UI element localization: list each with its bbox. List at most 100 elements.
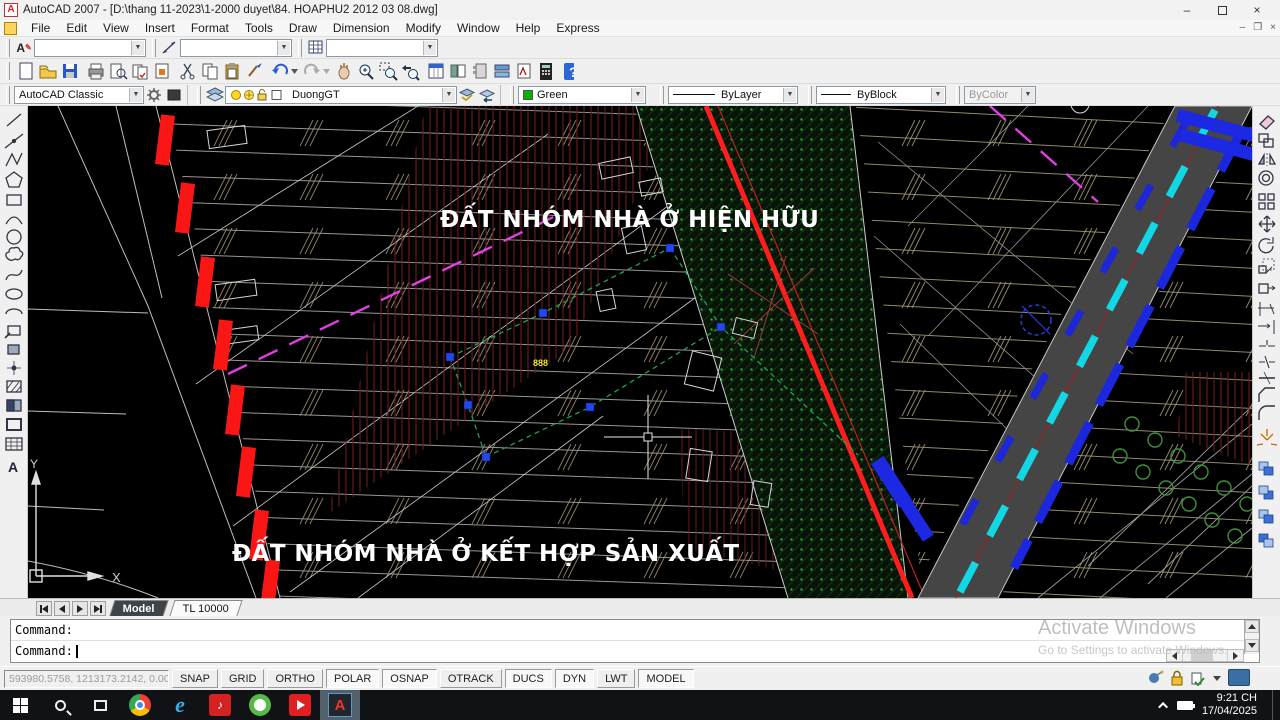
markup-icon[interactable] [518,64,530,78]
tray-settings-arrow-icon[interactable] [1212,673,1222,683]
line-icon[interactable] [7,114,21,126]
communication-center-icon[interactable] [1146,670,1164,686]
toggle-osnap[interactable]: OSNAP [382,669,437,688]
toolbar-lock-icon[interactable] [1170,670,1184,686]
sheetset-manager-icon[interactable] [495,65,509,77]
associated-standards-icon[interactable] [1190,670,1206,686]
menu-edit[interactable]: Edit [58,21,95,35]
table-style-combo[interactable]: ▼ [326,39,438,57]
toolbar-grip[interactable] [6,62,10,80]
construction-line-icon[interactable] [5,134,23,148]
scroll-down-icon[interactable] [1245,639,1259,652]
point-icon[interactable] [7,361,21,375]
draworder-back-icon[interactable] [1259,486,1273,499]
make-block-icon[interactable] [8,345,19,354]
tab-prev-button[interactable] [54,601,70,616]
publish-icon[interactable] [133,65,147,79]
layer-manager-icon[interactable] [205,85,225,105]
toggle-grid[interactable]: GRID [221,669,265,688]
toggle-polar[interactable]: POLAR [326,669,379,688]
tab-first-button[interactable] [36,601,52,616]
menu-help[interactable]: Help [508,21,549,35]
tool-palettes-icon[interactable] [473,64,486,78]
close-button[interactable]: × [1240,0,1274,20]
scroll-left-icon[interactable] [1167,650,1183,661]
new-icon[interactable] [20,63,32,79]
draworder-above-icon[interactable] [1259,510,1273,523]
trim-icon[interactable] [1258,302,1274,316]
tab-last-button[interactable] [90,601,106,616]
tray-chevron-icon[interactable] [1158,701,1168,711]
toolbar-grip[interactable] [660,86,664,104]
arc-icon[interactable] [6,217,22,224]
designcenter-icon[interactable] [451,65,465,77]
move-icon[interactable] [1259,216,1275,232]
draworder-front-icon[interactable] [1259,462,1273,475]
toolbar-grip[interactable] [197,86,201,104]
zoom-realtime-icon[interactable] [360,65,373,79]
toolbar-grip[interactable] [152,39,156,57]
taskbar-video-app[interactable] [280,690,320,720]
workspace-settings-icon[interactable] [144,85,164,105]
taskbar-internet-explorer[interactable]: e [160,690,200,720]
hatch-icon[interactable] [7,381,21,392]
rotate-icon[interactable] [1259,237,1273,253]
publish-3ddwf-icon[interactable] [156,64,168,78]
task-view-button[interactable] [80,690,120,720]
properties-icon[interactable] [429,64,443,78]
toggle-ducs[interactable]: DUCS [505,669,552,688]
chamfer-icon[interactable] [1259,388,1275,402]
coordinate-display[interactable]: 593980.5758, 1213173.2142, 0.0000 [4,670,169,688]
menu-draw[interactable]: Draw [281,21,325,35]
toggle-dyn[interactable]: DYN [555,669,594,688]
battery-icon[interactable] [1177,701,1193,710]
minimize-button[interactable]: – [1170,0,1204,20]
toggle-snap[interactable]: SNAP [172,669,218,688]
erase-icon[interactable] [1260,116,1274,129]
copy-icon[interactable] [203,64,217,79]
toolbar-grip[interactable] [510,86,514,104]
multiline-text-icon[interactable]: A [8,459,18,475]
taskbar-clock[interactable]: 9:21 CH 17/04/2025 [1202,692,1257,718]
offset-icon[interactable] [1259,171,1273,185]
menu-tools[interactable]: Tools [237,21,281,35]
scrollbar-thumb[interactable] [1191,650,1213,661]
show-desktop-button[interactable] [1272,690,1276,720]
toolbar-grip[interactable] [808,86,812,104]
break-at-point-icon[interactable] [1259,340,1275,346]
dim-style-combo[interactable]: ▼ [180,39,292,57]
taskbar-search-button[interactable] [40,690,80,720]
document-window-controls[interactable]: –❐× [1240,22,1276,33]
zoom-previous-icon[interactable] [402,65,419,80]
toggle-model[interactable]: MODEL [638,669,693,688]
scroll-up-icon[interactable] [1245,620,1259,633]
taskbar-chrome[interactable] [120,690,160,720]
join-icon[interactable] [1259,372,1275,384]
toolbar-grip[interactable] [298,39,302,57]
make-layer-current-icon[interactable] [457,85,477,105]
taskbar-red-app[interactable]: ♪ [200,690,240,720]
copy-object-icon[interactable] [1259,134,1273,147]
revision-cloud-icon[interactable] [6,247,23,260]
menu-dimension[interactable]: Dimension [325,21,398,35]
tab-next-button[interactable] [72,601,88,616]
plot-preview-icon[interactable] [111,64,127,79]
stretch-icon[interactable] [1259,284,1275,293]
gradient-icon[interactable] [7,400,21,411]
plot-icon[interactable] [89,64,103,79]
menu-view[interactable]: View [95,21,137,35]
circle-icon[interactable] [7,230,21,244]
text-style-icon[interactable]: A✎ [14,38,34,58]
layer-previous-icon[interactable] [477,85,497,105]
layer-combo[interactable]: DuongGT ▼ [225,86,457,104]
menu-express[interactable]: Express [548,21,607,35]
drawing-canvas[interactable]: 888 [28,106,1252,598]
draworder-under-icon[interactable] [1259,534,1273,547]
command-text-area[interactable]: Command: Command: [10,619,1260,663]
table-icon[interactable] [6,438,22,450]
menu-window[interactable]: Window [449,21,508,35]
menu-file[interactable]: File [23,21,58,35]
tab-model[interactable]: Model [109,600,168,616]
mirror-icon[interactable] [1259,153,1275,166]
zoom-window-icon[interactable] [380,63,397,80]
